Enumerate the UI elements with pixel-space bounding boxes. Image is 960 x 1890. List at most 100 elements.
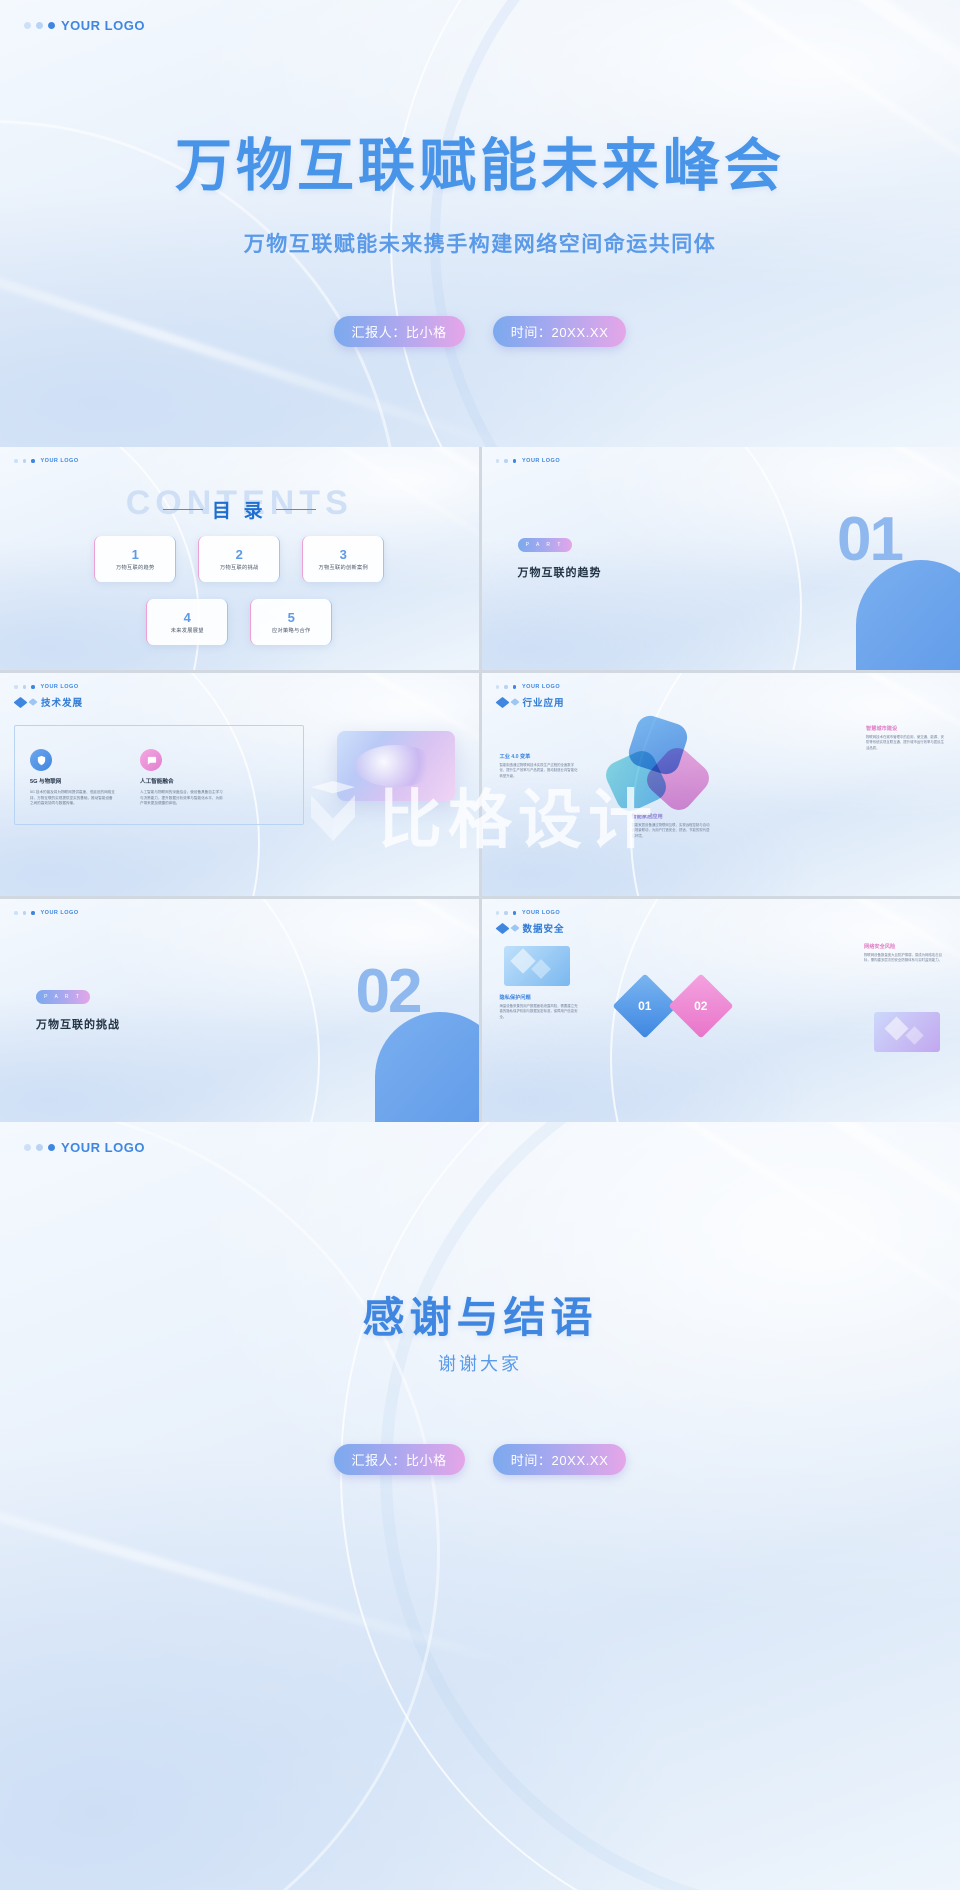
- industry-note-1: 工业 4.0 变革 智能制造通过物联网技术实现生产过程的全面数字化，提升生产效率…: [500, 753, 580, 779]
- thumbnail-tech-slide[interactable]: YOUR LOGO 技术发展 5G 与物联网 5G 技术的普及将为物联网提供高速…: [0, 673, 479, 896]
- logo-text: YOUR LOGO: [40, 910, 79, 916]
- tech-block-2: 人工智能融合 人工智能与物联网的深度结合，使设备具备自主学习与决策能力，提升数据…: [140, 749, 226, 807]
- date-badge: 时间：20XX.XX: [492, 1444, 627, 1475]
- decor-sheen: [659, 447, 960, 533]
- industry-note-3: 智能家居应用 智能家居设备通过物联网互联，实现远程控制与自动化场景联动，为用户打…: [632, 813, 712, 839]
- logo-dots-icon: [14, 911, 35, 915]
- logo-dots-icon: [14, 685, 35, 689]
- decor-arc-3: [0, 1122, 440, 1890]
- slide-logo: YOUR LOGO: [495, 684, 561, 690]
- thanks-slide: YOUR LOGO 感谢与结语 谢谢大家 汇报人：比小格 时间：20XX.XX: [0, 1122, 960, 1890]
- security-note-1: 隐私保护问题 海量设备采集的用户数据面临泄露风险，需要建立完善的隐私保护机制与数…: [500, 994, 580, 1020]
- slide-logo: YOUR LOGO: [495, 458, 561, 464]
- security-slide-heading: 数据安全: [494, 921, 565, 935]
- note-title: 隐私保护问题: [499, 995, 531, 1001]
- thumbnail-security-slide[interactable]: YOUR LOGO 数据安全 01 02 隐私保护问题 海量设备采集的用户数据面…: [481, 899, 960, 1122]
- logo-text: YOUR LOGO: [522, 684, 561, 690]
- thumbnail-part-one-slide[interactable]: YOUR LOGO P A R T 万物互联的趋势 01: [481, 447, 960, 670]
- contents-card[interactable]: 2 万物互联的挑战: [198, 536, 281, 582]
- thumbnail-part-two-slide[interactable]: YOUR LOGO P A R T 万物互联的挑战 02: [0, 899, 479, 1122]
- badge-label: 02: [693, 998, 708, 1013]
- note-body: 物联网设备数量庞大且防护薄弱，易成为网络攻击目标，需构建多层次的安全防御体系与实…: [864, 953, 942, 963]
- note-body: 物联网技术在城市管理中的应用，使交通、能源、安防等系统实现互联互通，提升城市运行…: [866, 735, 944, 750]
- logo-dots-icon: [495, 459, 516, 463]
- diamond-icon: [494, 922, 510, 934]
- card-label: 万物互联的挑战: [220, 564, 259, 571]
- shield-icon: [30, 749, 52, 771]
- logo-text: YOUR LOGO: [40, 458, 79, 464]
- contents-card[interactable]: 4 未来发展展望: [146, 599, 229, 645]
- block-body: 人工智能与物联网的深度结合，使设备具备自主学习与决策能力，提升数据分析效率与智能…: [140, 790, 223, 806]
- decor-sheen-3: [0, 1441, 526, 1673]
- decor-sheen-2: [452, 0, 960, 240]
- logo-dots-icon: [14, 459, 35, 463]
- thumbnail-industry-slide[interactable]: YOUR LOGO 行业应用 工业 4.0 变革 智能制造通过物联网技术实现生产…: [481, 673, 960, 896]
- security-illustration-right: [874, 1012, 940, 1052]
- contents-card[interactable]: 5 应对策略与合作: [250, 599, 333, 645]
- decor-arc-2: [380, 1122, 960, 1890]
- diamond-icon: [494, 696, 510, 708]
- part-pill-badge: P A R T: [36, 990, 90, 1004]
- card-number: 1: [131, 546, 139, 562]
- diamond-icon: [13, 696, 28, 708]
- thumbnail-contents-slide[interactable]: YOUR LOGO CONTENTS 目 录 1 万物互联的趋势 2 万物互联的…: [0, 447, 479, 670]
- contents-heading: 目 录: [0, 496, 479, 523]
- hero-title: 万物互联赋能未来峰会: [175, 135, 785, 198]
- logo-text: YOUR LOGO: [40, 684, 79, 690]
- presenter-badge: 汇报人：比小格: [333, 1444, 465, 1475]
- note-body: 海量设备采集的用户数据面临泄露风险，需要建立完善的隐私保护机制与数据加密标准，保…: [499, 1004, 578, 1019]
- heading-rule-left: [162, 508, 203, 511]
- decor-arc-icon: [0, 899, 320, 1122]
- ppt-template-preview-page: YOUR LOGO 万物互联赋能未来峰会 万物互联赋能未来携手构建网络空间命运共…: [0, 0, 960, 1890]
- slide-logo: YOUR LOGO: [14, 910, 79, 916]
- block-title: 5G 与物联网: [30, 779, 62, 785]
- part-number: 01: [837, 505, 904, 574]
- diamond-small-icon: [28, 698, 38, 706]
- chat-icon: [140, 749, 162, 771]
- hero-slide: YOUR LOGO 万物互联赋能未来峰会 万物互联赋能未来携手构建网络空间命运共…: [0, 0, 960, 447]
- logo-dots-icon: [495, 685, 516, 689]
- block-body: 5G 技术的普及将为物联网提供高速、低延迟的网络支持，万物互联的实现提供坚实的基…: [30, 790, 115, 806]
- thanks-meta-row: 汇报人：比小格 时间：20XX.XX: [0, 1444, 960, 1475]
- industry-slide-heading: 行业应用: [494, 695, 565, 709]
- block-title: 人工智能融合: [140, 779, 174, 785]
- note-body: 智能家居设备通过物联网互联，实现远程控制与自动化场景联动，为用户打造安全、舒适、…: [631, 823, 710, 838]
- decor-arc-icon: [481, 447, 802, 670]
- badge-label: 01: [637, 998, 652, 1013]
- contents-card[interactable]: 1 万物互联的趋势: [94, 536, 177, 582]
- diamond-small-icon: [509, 698, 520, 706]
- industry-illustration: [600, 712, 715, 816]
- tech-block-1: 5G 与物联网 5G 技术的普及将为物联网提供高速、低延迟的网络支持，万物互联的…: [30, 749, 116, 807]
- presenter-badge: 汇报人：比小格: [333, 316, 465, 347]
- decor-arc-2: [430, 0, 960, 447]
- logo-dots-icon: [495, 911, 516, 915]
- thanks-logo[interactable]: YOUR LOGO: [24, 1140, 145, 1155]
- decor-sheen: [177, 899, 479, 985]
- note-title: 网络安全风险: [864, 944, 896, 950]
- heading-text: 目 录: [211, 501, 267, 522]
- heading-text: 数据安全: [522, 924, 565, 935]
- card-number: 3: [339, 546, 347, 562]
- card-label: 万物互联的创新案例: [318, 564, 368, 571]
- card-label: 未来发展展望: [170, 627, 204, 634]
- heading-text: 技术发展: [41, 698, 84, 709]
- thanks-background: [0, 1122, 960, 1890]
- logo-dots-icon: [24, 22, 55, 29]
- hero-subtitle: 万物互联赋能未来携手构建网络空间命运共同体: [243, 232, 717, 256]
- card-label: 应对策略与合作: [272, 627, 311, 634]
- card-number: 4: [183, 609, 191, 625]
- security-note-2: 网络安全风险 物联网设备数量庞大且防护薄弱，易成为网络攻击目标，需构建多层次的安…: [864, 943, 944, 964]
- contents-card[interactable]: 3 万物互联的创新案例: [302, 536, 385, 582]
- contents-card-row-1: 1 万物互联的趋势 2 万物互联的挑战 3 万物互联的创新案例: [0, 536, 479, 582]
- industry-note-2: 智慧城市建设 物联网技术在城市管理中的应用，使交通、能源、安防等系统实现互联互通…: [866, 725, 946, 751]
- decor-sheen-1: [437, 1122, 960, 1282]
- part-pill-badge: P A R T: [517, 538, 572, 552]
- hero-logo[interactable]: YOUR LOGO: [24, 18, 145, 33]
- heading-text: 行业应用: [522, 698, 565, 709]
- note-body: 智能制造通过物联网技术实现生产过程的全面数字化，提升生产效率与产品质量，推动制造…: [499, 763, 578, 778]
- slide-logo: YOUR LOGO: [14, 684, 79, 690]
- card-number: 5: [287, 609, 295, 625]
- date-badge: 时间：20XX.XX: [492, 316, 627, 347]
- tech-illustration: [336, 731, 455, 801]
- part-title: 万物互联的趋势: [517, 567, 602, 579]
